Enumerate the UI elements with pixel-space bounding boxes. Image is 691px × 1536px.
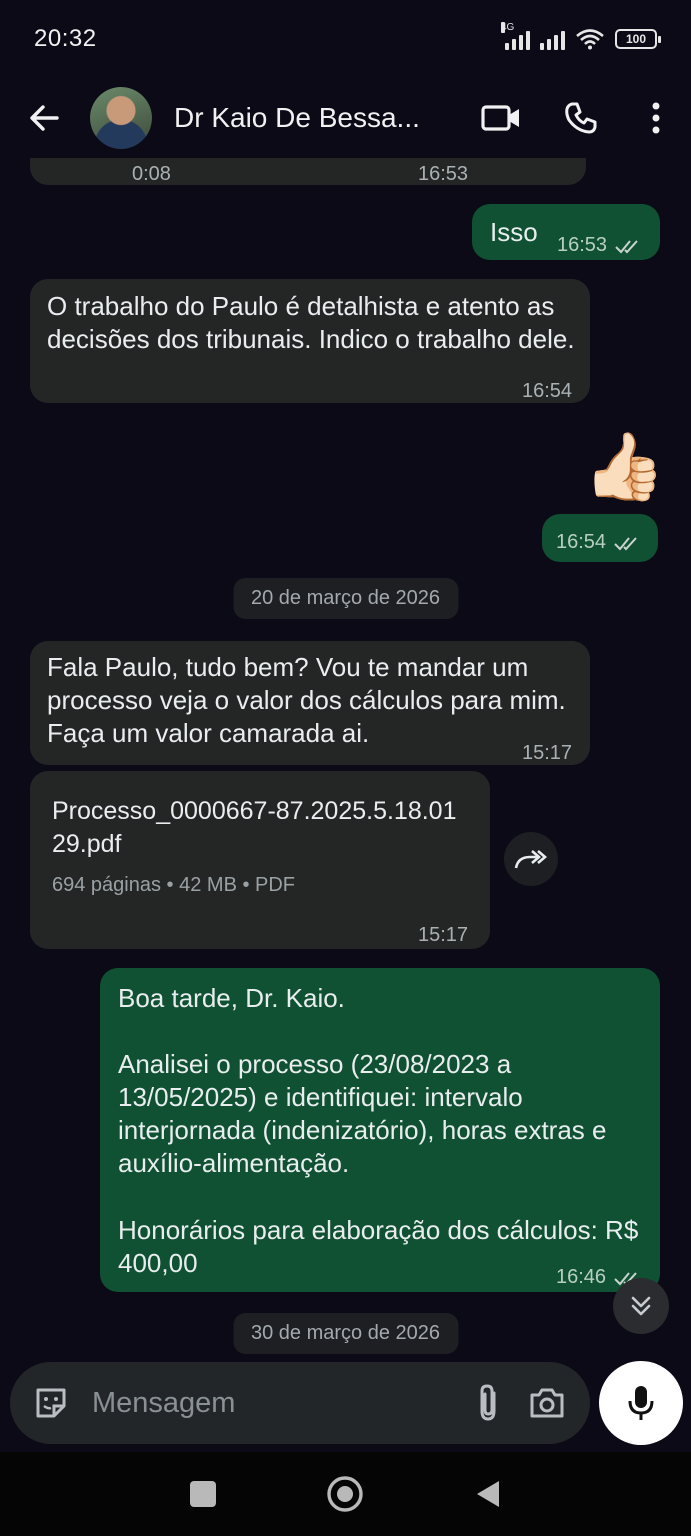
message-time: 16:53 bbox=[557, 234, 608, 256]
status-time: 20:32 bbox=[34, 25, 97, 52]
wifi-icon bbox=[576, 29, 604, 50]
date-separator: 30 de março de 2026 bbox=[232, 1313, 459, 1354]
message-composer: Mensagem bbox=[10, 1362, 590, 1444]
contact-avatar[interactable] bbox=[90, 87, 152, 149]
message-meta: 16:53 bbox=[557, 229, 643, 262]
outgoing-message[interactable]: Boa tarde, Dr. Kaio. Analisei o processo… bbox=[100, 968, 660, 1292]
message-text-greeting: Boa tarde, Dr. Kaio. bbox=[118, 983, 345, 1013]
cell-signal-4g-icon: 4G bbox=[501, 22, 530, 50]
status-bar: 20:32 4G 100 bbox=[0, 0, 691, 78]
sticker-icon[interactable] bbox=[32, 1384, 70, 1422]
phone-icon[interactable] bbox=[541, 88, 621, 148]
incoming-message[interactable]: Fala Paulo, tudo bem? Vou te mandar um p… bbox=[30, 641, 590, 765]
message-time: 16:46 bbox=[556, 1266, 607, 1288]
read-receipt-icon bbox=[615, 239, 638, 253]
message-time: 16:54 bbox=[522, 380, 573, 402]
nav-recents-icon[interactable] bbox=[189, 1481, 216, 1507]
message-meta: 16:54 bbox=[556, 526, 642, 559]
audio-message-bubble[interactable]: 0:08 16:53 bbox=[30, 158, 586, 185]
cell-signal-icon bbox=[540, 28, 565, 50]
message-text: Fala Paulo, tudo bem? Vou te mandar um p… bbox=[47, 652, 566, 748]
network-type-label: 4G bbox=[501, 22, 515, 33]
video-call-icon[interactable] bbox=[461, 88, 541, 148]
contact-name[interactable]: Dr Kaio De Bessa... bbox=[174, 102, 420, 134]
outgoing-message[interactable]: 16:54 bbox=[542, 514, 658, 562]
composer-tools bbox=[476, 1383, 590, 1423]
nav-back-icon[interactable] bbox=[474, 1479, 502, 1509]
chat-header: Dr Kaio De Bessa... bbox=[0, 78, 691, 158]
read-receipt-icon bbox=[614, 536, 637, 550]
document-file-name[interactable]: Processo_0000667-87.2025.5.18.0129.pdf bbox=[52, 795, 462, 861]
battery-level: 100 bbox=[625, 32, 647, 46]
document-file-meta: 694 páginas • 42 MB • PDF bbox=[52, 874, 296, 896]
message-time: 16:53 bbox=[418, 163, 469, 185]
message-time: 15:17 bbox=[418, 924, 469, 946]
message-time: 15:17 bbox=[522, 742, 573, 764]
message-text-body: Analisei o processo (23/08/2023 a 13/05/… bbox=[118, 1049, 607, 1178]
battery-icon: 100 bbox=[615, 29, 661, 49]
date-separator: 20 de março de 2026 bbox=[232, 578, 459, 619]
chevron-double-down-icon[interactable] bbox=[613, 1278, 669, 1334]
message-time: 16:54 bbox=[556, 531, 607, 553]
thumbs-up-emoji-message[interactable]: 👍🏻 bbox=[583, 426, 665, 506]
message-list[interactable]: 0:08 16:53 Isso 16:53 O trabalho do Paul… bbox=[0, 158, 691, 1358]
message-text: Isso bbox=[490, 217, 538, 247]
attach-icon[interactable] bbox=[476, 1383, 500, 1423]
message-input[interactable]: Mensagem bbox=[92, 1387, 235, 1420]
forward-icon[interactable] bbox=[504, 832, 558, 886]
camera-icon[interactable] bbox=[528, 1386, 566, 1420]
outgoing-message[interactable]: Isso 16:53 bbox=[472, 204, 660, 260]
incoming-message[interactable]: O trabalho do Paulo é detalhista e atent… bbox=[30, 279, 590, 403]
message-text: O trabalho do Paulo é detalhista e atent… bbox=[47, 291, 575, 354]
audio-duration: 0:08 bbox=[132, 163, 171, 185]
more-vert-icon[interactable] bbox=[621, 88, 691, 148]
document-message[interactable]: Processo_0000667-87.2025.5.18.0129.pdf 6… bbox=[30, 771, 490, 949]
status-icons: 4G 100 bbox=[501, 22, 661, 50]
back-arrow-icon[interactable] bbox=[24, 98, 64, 138]
nav-home-icon[interactable] bbox=[326, 1475, 364, 1513]
system-navigation-bar bbox=[0, 1452, 691, 1536]
mic-icon[interactable] bbox=[599, 1361, 683, 1445]
header-actions bbox=[461, 88, 691, 148]
